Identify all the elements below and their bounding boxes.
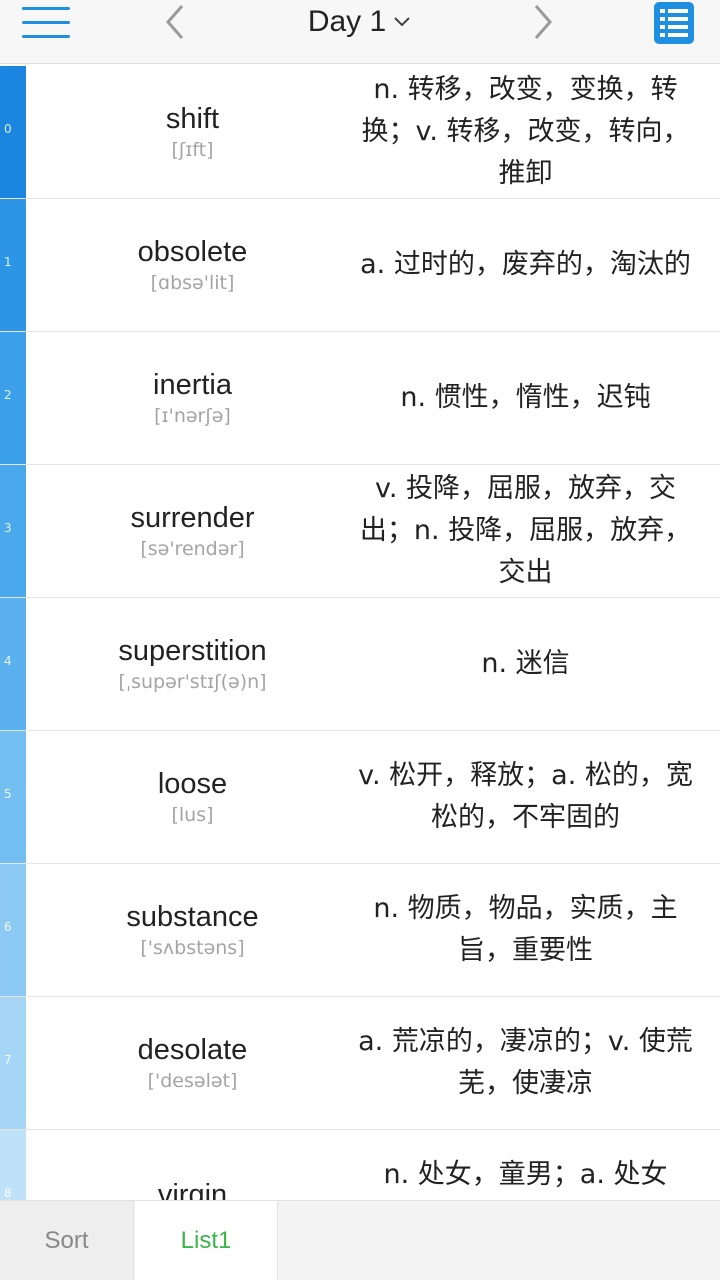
definition-text: n. 惯性，惰性，迟钝	[400, 382, 651, 413]
phonetic-text: [ɪ'nərʃə]	[154, 405, 231, 427]
definition-text: v. 投降，屈服，放弃，交出；n. 投降，屈服，放弃，交出	[359, 473, 692, 588]
list-item[interactable]: 2 inertia [ɪ'nərʃə] n. 惯性，惰性，迟钝	[0, 332, 720, 465]
definition-column: n. 处女，童男；a. 处女的，	[358, 1130, 693, 1200]
definition-text: a. 荒凉的，凄凉的；v. 使荒芜，使凄凉	[358, 1026, 693, 1099]
definition-text: n. 处女，童男；a. 处女的，	[383, 1159, 668, 1190]
index-bar: 4	[0, 598, 26, 730]
index-bar: 5	[0, 731, 26, 863]
word-text: desolate	[137, 1034, 248, 1066]
chevron-right-icon[interactable]	[528, 2, 558, 42]
page-title: Day 1	[307, 5, 387, 38]
phonetic-text: ['sʌbstəns]	[140, 937, 245, 959]
index-bar: 6	[0, 864, 26, 996]
index-bar: 8	[0, 1130, 26, 1200]
phonetic-text: [lus]	[171, 804, 214, 826]
item-index: 1	[4, 255, 12, 269]
hamburger-menu-icon[interactable]	[22, 4, 70, 40]
word-text: shift	[165, 103, 220, 135]
definition-column: n. 转移，改变，变换，转换；v. 转移，改变，转向，推卸	[358, 66, 693, 198]
definition-text: v. 松开，释放；a. 松的，宽松的，不牢固的	[358, 760, 693, 833]
index-bar: 1	[0, 199, 26, 331]
word-column: shift [ʃɪft]	[40, 66, 345, 198]
definition-column: n. 迷信	[358, 598, 693, 730]
definition-text: a. 过时的，废弃的，淘汰的	[360, 249, 691, 280]
word-text: superstition	[118, 635, 267, 667]
item-index: 4	[4, 654, 12, 668]
list-item[interactable]: 6 substance ['sʌbstəns] n. 物质，物品，实质，主旨，重…	[0, 864, 720, 997]
item-index: 8	[4, 1186, 12, 1200]
word-text: surrender	[130, 502, 255, 534]
index-bar: 7	[0, 997, 26, 1129]
definition-text: n. 物质，物品，实质，主旨，重要性	[373, 893, 678, 966]
list-item[interactable]: 3 surrender [sə'rendər] v. 投降，屈服，放弃，交出；n…	[0, 465, 720, 598]
list-item[interactable]: 8 virgin n. 处女，童男；a. 处女的，	[0, 1130, 720, 1200]
index-bar: 2	[0, 332, 26, 464]
chevron-left-icon[interactable]	[160, 2, 190, 42]
day-selector[interactable]: Day 1	[250, 0, 470, 44]
word-text: inertia	[153, 369, 232, 401]
word-text: virgin	[157, 1179, 228, 1200]
word-text: loose	[157, 768, 228, 800]
word-text: obsolete	[137, 236, 248, 268]
tab-list1[interactable]: List1	[135, 1201, 278, 1280]
phonetic-text: ['desələt]	[147, 1070, 238, 1092]
list-item[interactable]: 4 superstition [ˌsupər'stɪʃ(ə)n] n. 迷信	[0, 598, 720, 731]
top-bar: Day 1	[0, 0, 720, 64]
item-index: 7	[4, 1053, 12, 1067]
list-item[interactable]: 5 loose [lus] v. 松开，释放；a. 松的，宽松的，不牢固的	[0, 731, 720, 864]
item-index: 6	[4, 920, 12, 934]
word-list[interactable]: 0 shift [ʃɪft] n. 转移，改变，变换，转换；v. 转移，改变，转…	[0, 66, 720, 1200]
item-index: 3	[4, 521, 12, 535]
item-index: 5	[4, 787, 12, 801]
index-bar: 3	[0, 465, 26, 597]
index-bar: 0	[0, 66, 26, 198]
chevron-down-icon	[394, 17, 410, 27]
definition-text: n. 迷信	[481, 648, 570, 679]
item-index: 0	[4, 122, 12, 136]
definition-column: a. 荒凉的，凄凉的；v. 使荒芜，使凄凉	[358, 997, 693, 1129]
list-item[interactable]: 1 obsolete [ɑbsə'lit] a. 过时的，废弃的，淘汰的	[0, 199, 720, 332]
word-column: substance ['sʌbstəns]	[40, 864, 345, 996]
word-text: substance	[126, 901, 259, 933]
word-column: superstition [ˌsupər'stɪʃ(ə)n]	[40, 598, 345, 730]
phonetic-text: [ˌsupər'stɪʃ(ə)n]	[118, 671, 267, 693]
list-item[interactable]: 7 desolate ['desələt] a. 荒凉的，凄凉的；v. 使荒芜，…	[0, 997, 720, 1130]
definition-column: n. 物质，物品，实质，主旨，重要性	[358, 864, 693, 996]
word-column: inertia [ɪ'nərʃə]	[40, 332, 345, 464]
word-column: surrender [sə'rendər]	[40, 465, 345, 597]
tab-sort[interactable]: Sort	[0, 1201, 134, 1280]
phonetic-text: [sə'rendər]	[140, 538, 245, 560]
definition-column: n. 惯性，惰性，迟钝	[358, 332, 693, 464]
item-index: 2	[4, 388, 12, 402]
word-column: desolate ['desələt]	[40, 997, 345, 1129]
definition-column: v. 松开，释放；a. 松的，宽松的，不牢固的	[358, 731, 693, 863]
bottom-tab-bar: Sort List1	[0, 1200, 720, 1280]
list-icon[interactable]	[653, 1, 695, 45]
list-item[interactable]: 0 shift [ʃɪft] n. 转移，改变，变换，转换；v. 转移，改变，转…	[0, 66, 720, 199]
phonetic-text: [ʃɪft]	[171, 139, 214, 161]
phonetic-text: [ɑbsə'lit]	[150, 272, 235, 294]
word-column: virgin	[40, 1130, 345, 1200]
word-column: loose [lus]	[40, 731, 345, 863]
word-column: obsolete [ɑbsə'lit]	[40, 199, 345, 331]
definition-column: v. 投降，屈服，放弃，交出；n. 投降，屈服，放弃，交出	[358, 465, 693, 597]
definition-text: n. 转移，改变，变换，转换；v. 转移，改变，转向，推卸	[361, 74, 690, 189]
definition-column: a. 过时的，废弃的，淘汰的	[358, 199, 693, 331]
